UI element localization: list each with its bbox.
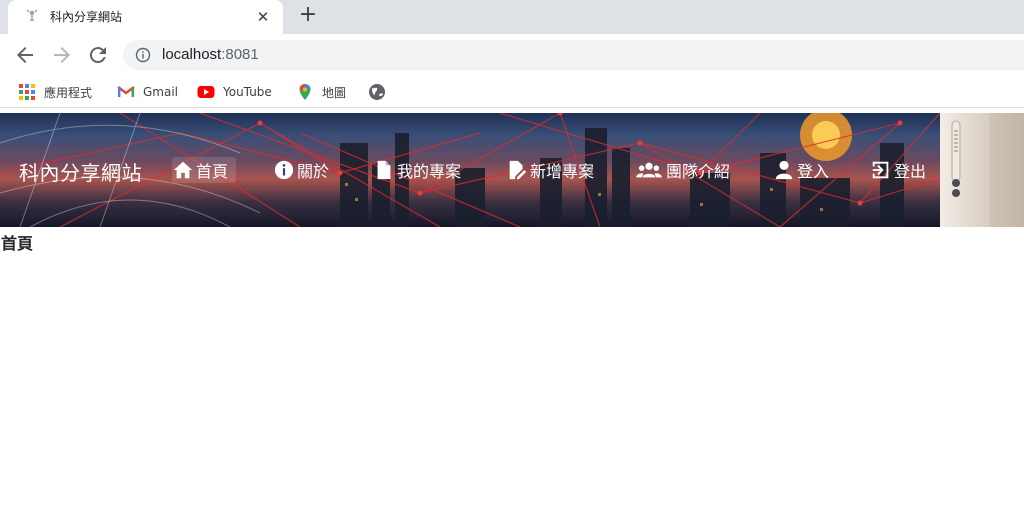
- nav-login[interactable]: 登入: [773, 157, 829, 183]
- reload-icon[interactable]: [86, 43, 110, 67]
- nav-about[interactable]: 關於: [273, 157, 329, 183]
- user-icon: [775, 160, 793, 180]
- forward-icon[interactable]: [50, 43, 74, 67]
- back-icon[interactable]: [13, 43, 37, 67]
- youtube-icon: [197, 86, 215, 98]
- address-bar[interactable]: localhost:8081: [123, 40, 1024, 70]
- users-icon: [636, 162, 662, 178]
- site-info-icon[interactable]: [135, 47, 151, 63]
- bookmark-youtube[interactable]: YouTube: [197, 83, 272, 101]
- bookmark-apps[interactable]: 應用程式: [18, 83, 92, 101]
- bookmark-label: 應用程式: [44, 85, 93, 100]
- bookmark-label: 地圖: [322, 85, 347, 100]
- nav-logout-label: 登出: [894, 162, 927, 181]
- nav-new-project[interactable]: 新增專案: [506, 157, 594, 183]
- nav-about-label: 關於: [297, 162, 330, 181]
- tab-title: 科內分享網站: [50, 10, 123, 24]
- info-icon: [274, 160, 294, 180]
- home-icon: [173, 161, 193, 179]
- logout-icon: [872, 161, 889, 179]
- site-favicon-icon: [26, 9, 38, 21]
- browser-tab[interactable]: 科內分享網站 ✕: [8, 0, 283, 34]
- file-edit-icon: [509, 160, 527, 180]
- browser-tabstrip: 科內分享網站 ✕ +: [0, 0, 1024, 34]
- nav-team[interactable]: 團隊介紹: [634, 157, 730, 183]
- nav-home-label: 首頁: [196, 162, 229, 181]
- url-port: :8081: [221, 46, 259, 63]
- url-text: localhost:8081: [162, 46, 259, 63]
- bookmark-label: YouTube: [223, 85, 272, 99]
- gmail-icon: [117, 86, 135, 97]
- nav-team-label: 團隊介紹: [666, 162, 731, 181]
- nav-my-projects-label: 我的專案: [397, 162, 462, 181]
- site-navbar: 科內分享網站 首頁 關於 我的專案 新增專案 團隊介紹 登入 登出: [0, 113, 1024, 227]
- bookmark-maps[interactable]: 地圖: [296, 83, 346, 101]
- nav-logout[interactable]: 登出: [870, 157, 926, 183]
- tab-close-icon[interactable]: ✕: [253, 7, 273, 27]
- bookmark-gmail[interactable]: Gmail: [117, 83, 178, 101]
- phone-image: [940, 113, 1024, 227]
- browser-toolbar: localhost:8081: [0, 34, 1024, 76]
- maps-pin-icon: [299, 84, 311, 100]
- url-host: localhost: [162, 46, 222, 63]
- apps-grid-icon: [19, 84, 35, 100]
- new-tab-icon[interactable]: +: [296, 4, 320, 28]
- page-heading: 首頁: [1, 234, 34, 253]
- site-brand[interactable]: 科內分享網站: [19, 157, 142, 186]
- nav-new-project-label: 新增專案: [530, 162, 595, 181]
- nav-home[interactable]: 首頁: [172, 157, 236, 183]
- globe-icon: [369, 84, 385, 100]
- nav-my-projects[interactable]: 我的專案: [373, 157, 461, 183]
- nav-login-label: 登入: [797, 162, 830, 181]
- bookmarks-bar: 應用程式 Gmail YouTube 地圖: [0, 76, 1024, 108]
- bookmark-globe[interactable]: [368, 83, 394, 101]
- bookmark-label: Gmail: [143, 85, 179, 99]
- file-icon: [377, 160, 391, 180]
